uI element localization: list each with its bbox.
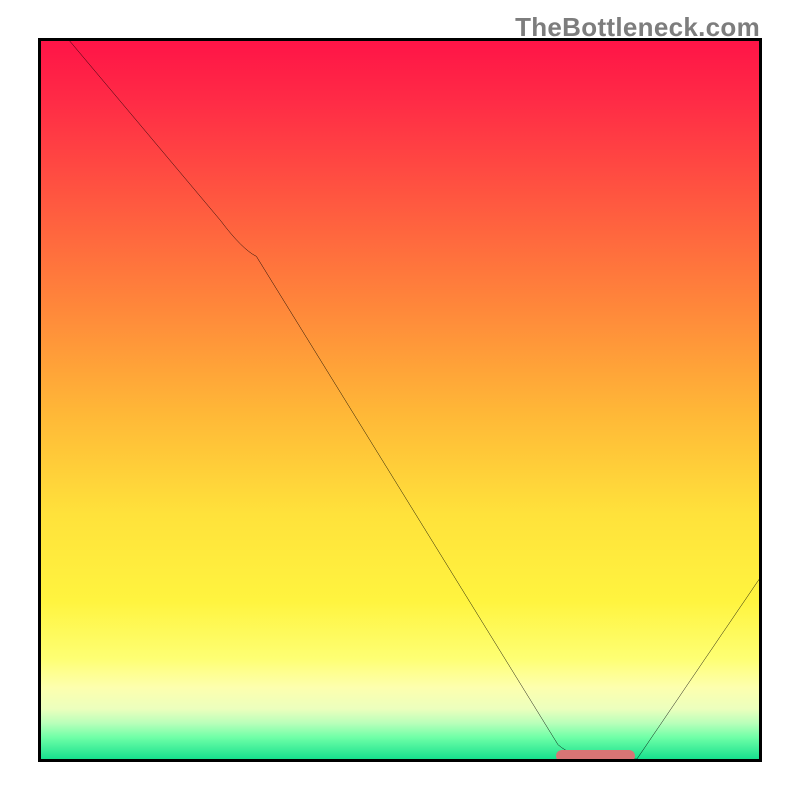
chart-frame: TheBottleneck.com: [0, 0, 800, 800]
plot-area: [38, 38, 762, 762]
optimum-marker: [556, 750, 635, 762]
bottleneck-curve-svg: [41, 41, 759, 759]
bottleneck-curve-path: [70, 41, 759, 759]
